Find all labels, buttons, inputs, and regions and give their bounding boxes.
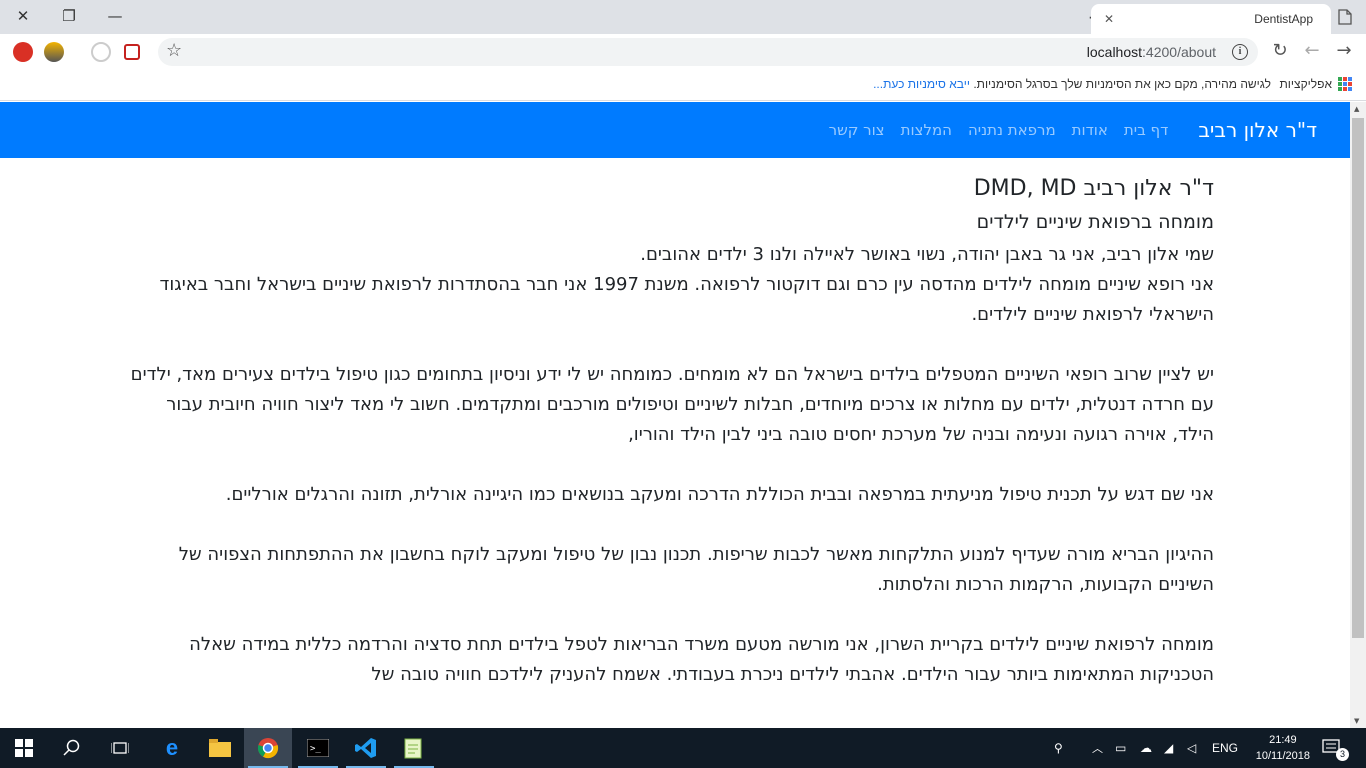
chrome-icon[interactable]: [244, 728, 292, 768]
svg-text:>_: >_: [310, 744, 321, 754]
nav-link-contact[interactable]: צור קשר: [829, 121, 885, 139]
planning-paragraph: ההיגיון הבריא מורה שעדיף למנוע התלקחות מ…: [178, 544, 1214, 595]
extension-upload-icon[interactable]: [13, 42, 33, 62]
prevention-paragraph: אני שם דגש על תכנית טיפול מניעתית במרפאה…: [225, 484, 1214, 505]
bookmarks-bar: אפליקציות לגישה מהירה, מקם כאן את הסימני…: [0, 70, 1366, 101]
page-scrollbar[interactable]: ▲ ▼: [1350, 102, 1366, 728]
address-bar[interactable]: ☆ localhost:4200/about i: [158, 38, 1258, 66]
notification-center-icon[interactable]: 3: [1322, 728, 1349, 768]
extension-avatar-icon[interactable]: [44, 42, 64, 62]
notepad-plus-icon[interactable]: [390, 728, 438, 768]
vscode-icon[interactable]: [342, 728, 390, 768]
site-brand[interactable]: ד"ר אלון רביב: [1198, 118, 1317, 142]
wifi-icon[interactable]: ◢: [1164, 728, 1173, 768]
nav-link-clinic[interactable]: מרפאת נתניה: [968, 121, 1056, 139]
system-clock[interactable]: 21:49 10/11/2018: [1256, 732, 1310, 764]
file-explorer-icon[interactable]: [196, 728, 244, 768]
windows-taskbar: e >_ ⚲ ︿ ▭ ☁ ◢ ◁ ENG 21:49 10/11/2018 3: [0, 728, 1366, 768]
close-window-icon[interactable]: ✕: [0, 0, 46, 32]
sedation-paragraph: מומחה לרפואת שיניים לילדים בקריית השרון,…: [189, 634, 1214, 685]
import-bookmarks-link[interactable]: ייבא סימניות כעת...: [873, 77, 970, 91]
page-subtitle: מומחה ברפואת שיניים לילדים: [976, 211, 1214, 233]
forward-icon[interactable]: ←: [1300, 40, 1324, 61]
page-icon: [1338, 9, 1352, 25]
terminal-icon[interactable]: >_: [294, 728, 342, 768]
language-indicator[interactable]: ENG: [1212, 728, 1238, 768]
intro-line: שמי אלון רביב, אני גר באבן יהודה, נשוי ב…: [640, 244, 1214, 265]
clock-date: 10/11/2018: [1255, 750, 1310, 762]
bookmark-star-icon[interactable]: ☆: [166, 40, 182, 61]
site-navbar: ד"ר אלון רביב דף בית אודות מרפאת נתניה ה…: [0, 102, 1350, 158]
windows-start-icon[interactable]: [0, 728, 48, 768]
about-content: ד"ר אלון רביב DMD, MD מומחה ברפואת שיניי…: [130, 172, 1214, 728]
restore-window-icon[interactable]: ❐: [46, 0, 92, 32]
network-icon[interactable]: ☁: [1140, 728, 1152, 768]
task-view-icon[interactable]: [96, 728, 144, 768]
browser-toolbar: ☆ localhost:4200/about i: [0, 34, 1366, 70]
nav-link-home[interactable]: דף בית: [1124, 121, 1168, 139]
apps-grid-icon: [1338, 77, 1352, 91]
tab-close-icon[interactable]: ✕: [1101, 11, 1117, 27]
bookmarks-hint: לגישה מהירה, מקם כאן את הסימניות שלך בסר…: [873, 77, 1271, 91]
scrollbar-thumb[interactable]: [1352, 118, 1364, 638]
apps-shortcut[interactable]: אפליקציות: [1280, 77, 1352, 91]
url-path: :4200/about: [1142, 44, 1216, 60]
scroll-down-icon[interactable]: ▼: [1354, 717, 1359, 725]
search-icon[interactable]: [48, 728, 96, 768]
scroll-up-icon[interactable]: ▲: [1354, 105, 1359, 113]
url-host: localhost: [1086, 44, 1143, 60]
expertise-paragraph: יש לציין שרוב רופאי השיניים המטפלים בילד…: [130, 364, 1214, 445]
bookmarks-hint-text: לגישה מהירה, מקם כאן את הסימניות שלך בסר…: [973, 77, 1271, 91]
nav-link-about[interactable]: אודות: [1072, 121, 1108, 139]
browser-tab-bar: ✕ ❐ — + DentistApp ✕: [0, 0, 1366, 34]
back-icon[interactable]: →: [1332, 40, 1356, 61]
tab-title: DentistApp: [1254, 12, 1313, 26]
site-info-icon[interactable]: i: [1232, 44, 1248, 60]
page-title: ד"ר אלון רביב DMD, MD: [973, 176, 1214, 201]
apps-label: אפליקציות: [1279, 77, 1332, 91]
url-text[interactable]: localhost:4200/about: [1087, 44, 1216, 60]
nav-link-testimonials[interactable]: המלצות: [901, 121, 952, 139]
intro-paragraph: אני רופא שיניים מומחה לילדים מהדסה עין כ…: [159, 274, 1214, 325]
extension-gray-icon[interactable]: [91, 42, 111, 62]
volume-icon[interactable]: ◁: [1187, 728, 1196, 768]
notification-count-badge: 3: [1336, 748, 1349, 761]
battery-icon[interactable]: ▭: [1115, 728, 1126, 768]
tray-expand-icon[interactable]: ︿: [1092, 728, 1103, 768]
minimize-window-icon[interactable]: —: [92, 0, 138, 32]
reload-icon[interactable]: ↻: [1268, 40, 1292, 61]
people-icon[interactable]: ⚲: [1054, 728, 1063, 768]
browser-tab[interactable]: DentistApp ✕: [1091, 4, 1331, 34]
extension-shield-icon[interactable]: [124, 44, 140, 60]
edge-icon[interactable]: e: [148, 728, 196, 768]
clock-time: 21:49: [1269, 734, 1297, 746]
